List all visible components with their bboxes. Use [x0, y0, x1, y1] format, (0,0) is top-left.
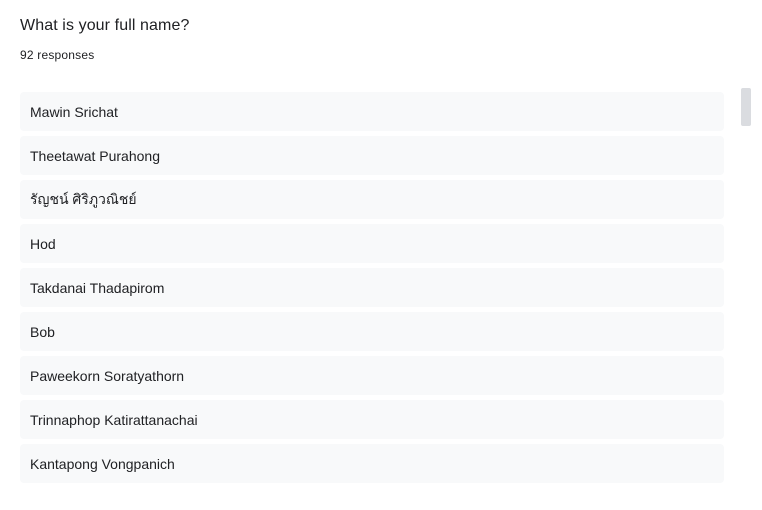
response-item: Kantapong Vongpanich: [20, 444, 724, 483]
response-item: Mawin Srichat: [20, 92, 724, 131]
response-item: Theetawat Purahong: [20, 136, 724, 175]
question-title: What is your full name?: [20, 17, 190, 34]
response-item: Takdanai Thadapirom: [20, 268, 724, 307]
response-item: Paweekorn Soratyathorn: [20, 356, 724, 395]
question-summary-card: What is your full name? 92 responses Maw…: [0, 0, 762, 510]
response-list-scrollbar[interactable]: [741, 88, 751, 126]
response-item: Trinnaphop Katirattanachai: [20, 400, 724, 439]
response-item: Hod: [20, 224, 724, 263]
response-item: Bob: [20, 312, 724, 351]
response-count: 92 responses: [20, 48, 95, 62]
response-item: รัญชน์ ศิริภูวณิชย์: [20, 180, 724, 219]
response-list[interactable]: Mawin Srichat Theetawat Purahong รัญชน์ …: [20, 92, 724, 492]
